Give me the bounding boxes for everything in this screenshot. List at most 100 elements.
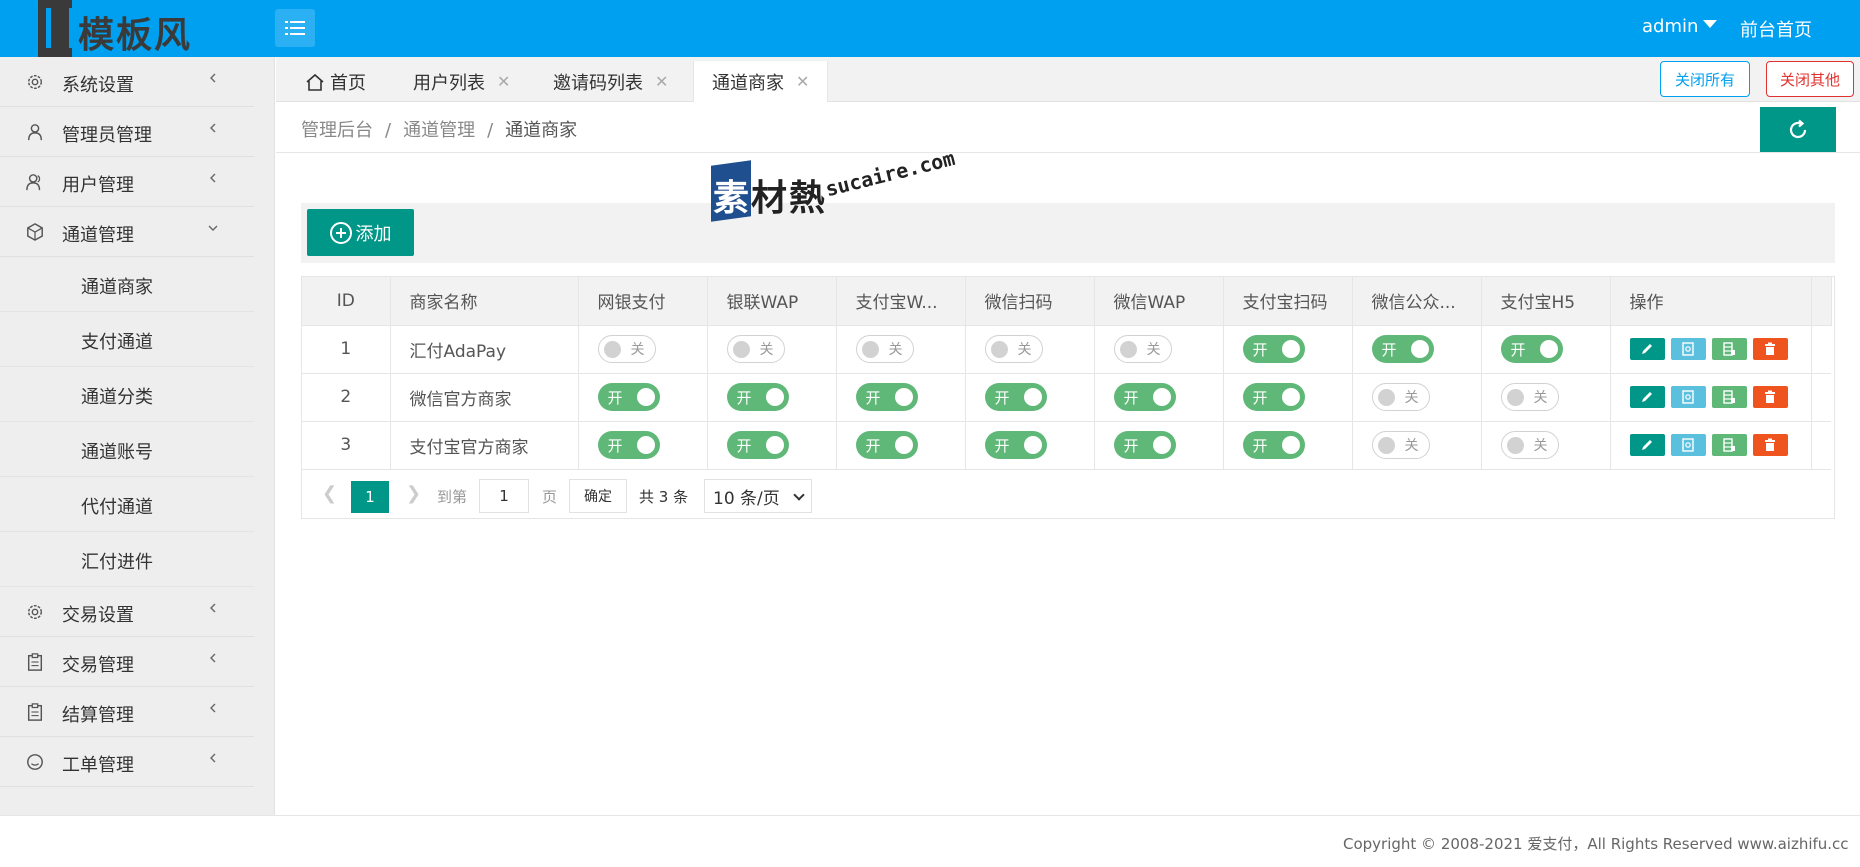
goto-page-input[interactable] (479, 479, 529, 513)
page-size-select[interactable]: 10 条/页 (704, 479, 812, 513)
sidebar-subitem-channel-categories[interactable]: 通道分类 (0, 367, 254, 422)
sidebar-subitem-huifu-onboarding[interactable]: 汇付进件 (0, 532, 254, 587)
close-icon[interactable]: ✕ (497, 72, 510, 91)
toggle-switch-on[interactable]: 开 (726, 431, 789, 459)
toggle-switch-on[interactable]: 开 (855, 431, 918, 459)
switch-label: 关 (1017, 342, 1032, 358)
users-icon (26, 174, 41, 191)
toggle-switch-off[interactable]: 关 (855, 335, 914, 363)
config-button[interactable] (1711, 386, 1747, 408)
toggle-switch-on[interactable]: 开 (984, 383, 1047, 411)
page-current[interactable]: 1 (351, 481, 389, 513)
toggle-switch-off[interactable]: 关 (984, 335, 1043, 363)
cell-switch: 开 (578, 373, 708, 422)
sidebar-item-trade-management[interactable]: 交易管理 (0, 637, 254, 687)
toggle-switch-on[interactable]: 开 (1371, 335, 1434, 363)
tab-home[interactable]: 首页 (305, 61, 366, 102)
tab-channel-merchants[interactable]: 通道商家 ✕ (693, 61, 829, 102)
toggle-switch-off[interactable]: 关 (1500, 383, 1559, 411)
toggle-switch-off[interactable]: 关 (726, 335, 785, 363)
detail-button[interactable] (1670, 338, 1706, 360)
breadcrumb: 管理后台 / 通道管理 / 通道商家 (276, 103, 1860, 153)
total-count: 共 3 条 (639, 488, 689, 506)
watermark: 素 材熱 sucaire.com (711, 146, 961, 225)
breadcrumb-item[interactable]: 通道管理 (403, 120, 475, 141)
tab-label: 通道商家 (712, 72, 784, 94)
toggle-switch-on[interactable]: 开 (855, 383, 918, 411)
user-name: admin (1642, 16, 1699, 37)
add-button-label: 添加 (355, 223, 392, 245)
edit-button[interactable] (1629, 434, 1665, 456)
close-icon[interactable]: ✕ (796, 72, 809, 91)
sidebar-item-trade-settings[interactable]: 交易设置 (0, 587, 254, 637)
home-icon (306, 73, 324, 91)
add-button[interactable]: 添加 (307, 209, 414, 256)
toggle-switch-on[interactable]: 开 (1242, 431, 1305, 459)
toggle-switch-off[interactable]: 关 (597, 335, 656, 363)
sidebar-item-settlement-management[interactable]: 结算管理 (0, 687, 254, 737)
sidebar-subitem-payment-channels[interactable]: 支付通道 (0, 312, 254, 367)
tab-label: 用户列表 (413, 72, 485, 94)
delete-button[interactable] (1752, 338, 1788, 360)
close-all-tabs-button[interactable]: 关闭所有 (1660, 61, 1750, 97)
tab-user-list[interactable]: 用户列表 ✕ (413, 61, 510, 102)
toggle-switch-on[interactable]: 开 (1113, 383, 1176, 411)
toggle-switch-off[interactable]: 关 (1371, 383, 1430, 411)
prev-page-icon[interactable]: ❮ (322, 483, 337, 504)
sidebar-subitem-payout-channels[interactable]: 代付通道 (0, 477, 254, 532)
column-header: 商家名称 (390, 277, 579, 326)
config-button[interactable] (1711, 434, 1747, 456)
table-header-row: ID 商家名称 网银支付 银联WAP 支付宝W... 微信扫码 微信WAP 支付… (302, 277, 1832, 326)
sidebar-subitem-channel-merchants[interactable]: 通道商家 (0, 257, 254, 312)
toggle-switch-on[interactable]: 开 (597, 431, 660, 459)
column-header: 支付宝扫码 (1223, 277, 1353, 326)
document-search-icon (1682, 342, 1694, 356)
delete-button[interactable] (1752, 386, 1788, 408)
toggle-switch-on[interactable]: 开 (1113, 431, 1176, 459)
goto-confirm-button[interactable]: 确定 (569, 479, 627, 513)
toggle-switch-on[interactable]: 开 (1242, 383, 1305, 411)
next-page-icon[interactable]: ❯ (406, 483, 421, 504)
sidebar-subitem-label: 通道商家 (81, 277, 153, 298)
edit-button[interactable] (1629, 386, 1665, 408)
sidebar-item-system-settings[interactable]: 系统设置 (0, 57, 254, 107)
tab-invite-code-list[interactable]: 邀请码列表 ✕ (553, 61, 668, 102)
detail-button[interactable] (1670, 434, 1706, 456)
sidebar-item-ticket-management[interactable]: 工单管理 (0, 737, 254, 787)
chevron-left-icon (210, 173, 216, 183)
delete-button[interactable] (1752, 434, 1788, 456)
sidebar-item-user-management[interactable]: 用户管理 (0, 157, 254, 207)
sidebar-item-label: 交易管理 (62, 655, 134, 676)
toggle-switch-on[interactable]: 开 (1242, 335, 1305, 363)
sidebar-subitem-label: 汇付进件 (81, 552, 153, 573)
breadcrumb-item[interactable]: 管理后台 (301, 120, 373, 141)
edit-button[interactable] (1629, 338, 1665, 360)
toggle-switch-on[interactable]: 开 (1500, 335, 1563, 363)
front-home-link[interactable]: 前台首页 (1740, 16, 1812, 42)
switch-knob (861, 341, 879, 358)
close-icon[interactable]: ✕ (655, 72, 668, 91)
cell-switch: 开 (578, 421, 708, 470)
column-header: 银联WAP (707, 277, 837, 326)
logo[interactable]: 模板风 (38, 0, 208, 57)
toggle-switch-off[interactable]: 关 (1113, 335, 1172, 363)
switch-label: 关 (759, 342, 774, 358)
config-button[interactable] (1711, 338, 1747, 360)
detail-button[interactable] (1670, 386, 1706, 408)
user-menu[interactable]: admin (1642, 16, 1718, 37)
close-other-tabs-button[interactable]: 关闭其他 (1766, 61, 1854, 97)
tab-bar: 首页 用户列表 ✕ 邀请码列表 ✕ 通道商家 ✕ (276, 57, 1860, 102)
sidebar-item-admin-management[interactable]: 管理员管理 (0, 107, 254, 157)
switch-knob (1377, 437, 1395, 454)
toggle-switch-off[interactable]: 关 (1371, 431, 1430, 459)
toggle-switch-on[interactable]: 开 (597, 383, 660, 411)
sidebar-item-channel-management[interactable]: 通道管理 (0, 207, 254, 257)
menu-toggle-button[interactable] (275, 9, 315, 47)
toggle-switch-on[interactable]: 开 (726, 383, 789, 411)
refresh-button[interactable] (1760, 107, 1836, 152)
sidebar-subitem-channel-accounts[interactable]: 通道账号 (0, 422, 254, 477)
toggle-switch-on[interactable]: 开 (984, 431, 1047, 459)
pencil-icon (1642, 440, 1652, 450)
toggle-switch-off[interactable]: 关 (1500, 431, 1559, 459)
cell-merchant-name: 汇付AdaPay (390, 325, 579, 374)
